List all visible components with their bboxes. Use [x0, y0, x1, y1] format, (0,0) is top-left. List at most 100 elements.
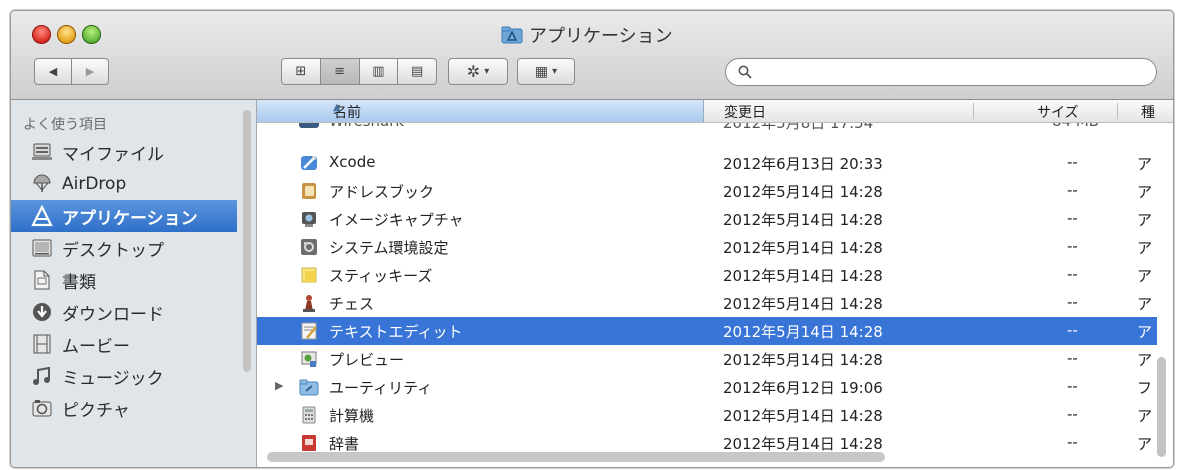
file-kind: ア: [1137, 435, 1153, 453]
airdrop-icon: [31, 173, 53, 195]
forward-button[interactable]: ▶: [72, 59, 108, 84]
documents-icon: [31, 269, 53, 291]
sidebar-item-desktop[interactable]: デスクトップ: [11, 232, 237, 264]
sidebar-item-label: デスクトップ: [62, 240, 164, 261]
file-name: アドレスブック: [329, 183, 435, 201]
file-size: --: [1067, 237, 1078, 255]
sidebar: よく使う項目 マイファイル AirDrop アプリケーション デスクトップ 書類…: [11, 100, 257, 467]
sidebar-item-pictures[interactable]: ピクチャ: [11, 392, 237, 424]
file-size: --: [1067, 293, 1078, 311]
file-size: --: [1067, 209, 1078, 227]
column-divider[interactable]: [1117, 103, 1118, 119]
column-view-button[interactable]: ▥: [360, 59, 399, 84]
list-item[interactable]: プレビュー 2012年5月14日 14:28 -- ア: [257, 345, 1157, 373]
preview-app-icon: [301, 351, 317, 367]
file-kind: ア: [1137, 267, 1153, 285]
file-name: 辞書: [329, 435, 360, 453]
disclosure-triangle-icon[interactable]: ▶: [275, 379, 283, 392]
minimize-button[interactable]: [57, 25, 76, 44]
file-kind: ア: [1137, 155, 1153, 173]
file-kind: ア: [1137, 211, 1153, 229]
file-date: 2012年5月14日 14:28: [723, 407, 883, 425]
address-book-app-icon: [302, 183, 316, 199]
arrange-menu-button[interactable]: ▦ ▾: [517, 58, 575, 85]
pictures-icon: [31, 397, 53, 419]
utilities-folder-icon: [299, 379, 319, 396]
list-item[interactable]: Xcode 2012年6月13日 20:33 -- ア: [257, 149, 1157, 177]
coverflow-view-icon: ▤: [410, 64, 424, 79]
file-list: Wireshark 2012年5月8日 17:54 84 MB 名前 ▲ 変更日…: [257, 100, 1173, 467]
file-date: 2012年5月14日 14:28: [723, 239, 883, 257]
file-date: 2012年5月14日 14:28: [723, 435, 883, 453]
list-item[interactable]: イメージキャプチャ 2012年5月14日 14:28 -- ア: [257, 205, 1157, 233]
xcode-app-icon: [301, 156, 317, 170]
search-field[interactable]: [725, 58, 1157, 86]
sidebar-item-all-my-files[interactable]: マイファイル: [11, 136, 237, 168]
sidebar-item-label: 書類: [62, 272, 96, 293]
movies-icon: [31, 333, 53, 355]
file-kind: ア: [1137, 183, 1153, 201]
column-header-size[interactable]: サイズ: [1037, 102, 1079, 122]
coverflow-view-button[interactable]: ▤: [398, 59, 436, 84]
list-item[interactable]: ▶ ユーティリティ 2012年6月12日 19:06 -- フ: [257, 373, 1157, 401]
sidebar-item-music[interactable]: ミュージック: [11, 360, 237, 392]
chevron-down-icon: ▾: [552, 66, 558, 77]
column-divider[interactable]: [973, 103, 974, 119]
search-input[interactable]: [760, 62, 1144, 84]
system-preferences-app-icon: [301, 239, 317, 255]
back-button[interactable]: ◀: [35, 59, 72, 84]
sidebar-item-movies[interactable]: ムービー: [11, 328, 237, 360]
file-name: テキストエディット: [329, 323, 463, 341]
sidebar-item-label: ムービー: [62, 336, 130, 357]
zoom-button[interactable]: [82, 25, 101, 44]
list-view-button[interactable]: ≡: [320, 59, 360, 84]
column-header-kind[interactable]: 種: [1141, 102, 1155, 122]
list-item[interactable]: チェス 2012年5月14日 14:28 -- ア: [257, 289, 1157, 317]
sidebar-item-airdrop[interactable]: AirDrop: [11, 168, 237, 200]
list-item[interactable]: テキストエディット 2012年5月14日 14:28 -- ア: [257, 317, 1157, 345]
file-name: システム環境設定: [329, 239, 449, 257]
list-item[interactable]: 計算機 2012年5月14日 14:28 -- ア: [257, 401, 1157, 429]
list-item[interactable]: アドレスブック 2012年5月14日 14:28 -- ア: [257, 177, 1157, 205]
column-header-date[interactable]: 変更日: [724, 102, 766, 122]
file-date: 2012年5月14日 14:28: [723, 183, 883, 201]
file-size: --: [1067, 377, 1078, 395]
sidebar-item-label: ダウンロード: [62, 304, 164, 325]
file-size: --: [1067, 433, 1078, 451]
file-name: Xcode: [329, 153, 376, 171]
list-item[interactable]: スティッキーズ 2012年5月14日 14:28 -- ア: [257, 261, 1157, 289]
chevron-down-icon: ▾: [484, 66, 490, 77]
file-date: 2012年5月14日 14:28: [723, 267, 883, 285]
list-item[interactable]: システム環境設定 2012年5月14日 14:28 -- ア: [257, 233, 1157, 261]
horizontal-scrollbar[interactable]: [267, 452, 885, 462]
file-kind: ア: [1137, 323, 1153, 341]
file-date: 2012年5月14日 14:28: [723, 295, 883, 313]
dictionary-app-icon: [302, 435, 316, 451]
file-name: プレビュー: [329, 351, 405, 369]
titlebar: アプリケーション ◀ ▶ ⊞ ≡ ▥ ▤ ✲ ▾ ▦ ▾: [11, 11, 1173, 100]
vertical-scrollbar[interactable]: [1157, 357, 1166, 457]
action-menu-button[interactable]: ✲ ▾: [448, 58, 508, 85]
file-size: --: [1067, 321, 1078, 339]
column-header-name[interactable]: 名前 ▲: [257, 100, 704, 122]
file-name: 計算機: [329, 407, 375, 425]
stickies-app-icon: [301, 267, 317, 283]
icon-view-button[interactable]: ⊞: [282, 59, 321, 84]
file-kind: ア: [1137, 295, 1153, 313]
textedit-app-icon: [301, 322, 317, 340]
all-my-files-icon: [31, 141, 53, 163]
file-name: イメージキャプチャ: [329, 211, 464, 229]
arrange-icon: ▦: [534, 63, 549, 80]
sidebar-item-applications[interactable]: アプリケーション: [11, 200, 237, 232]
sidebar-scrollbar[interactable]: [243, 110, 251, 372]
forward-arrow-icon: ▶: [85, 65, 95, 78]
close-button[interactable]: [32, 25, 51, 44]
image-capture-app-icon: [302, 212, 316, 227]
icon-view-icon: ⊞: [295, 64, 307, 79]
sidebar-item-documents[interactable]: 書類: [11, 264, 237, 296]
applications-folder-icon: [501, 26, 523, 44]
file-kind: フ: [1137, 379, 1153, 397]
sidebar-item-downloads[interactable]: ダウンロード: [11, 296, 237, 328]
downloads-icon: [31, 301, 53, 323]
window-title: アプリケーション: [501, 23, 673, 47]
